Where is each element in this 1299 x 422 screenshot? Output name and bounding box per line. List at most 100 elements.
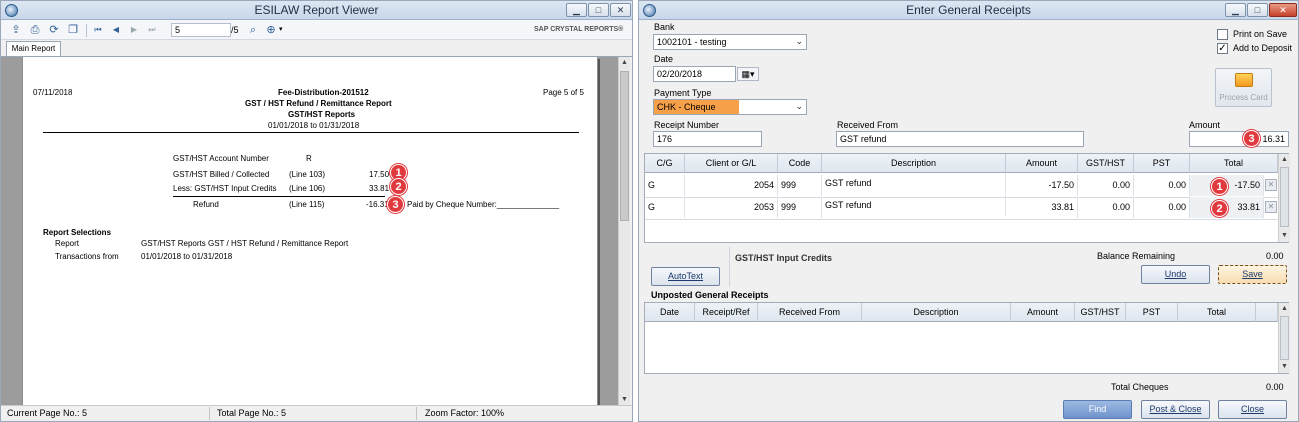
chevron-down-icon: ⌄ [795,36,803,46]
line-amount: 17.50 [369,170,390,179]
account-value: R [306,154,312,163]
date-label: Date [654,54,674,64]
save-button[interactable]: Save [1218,265,1287,284]
tab-main-report[interactable]: Main Report [6,41,61,56]
callout-badge: 2 [1211,200,1228,217]
balance-remaining-label: Balance Remaining [1097,251,1176,261]
add-to-deposit-label: Add to Deposit [1233,43,1293,53]
col-header[interactable]: Date [645,303,695,322]
page-total: /5 [231,25,239,35]
chevron-down-icon[interactable]: ▾ [279,25,283,33]
paid-by-text: Paid by Cheque Number:______________ [407,200,560,209]
callout-badge: 3 [1243,130,1260,147]
delete-row-icon[interactable]: ✕ [1265,179,1277,191]
process-card-label: Process Card [1219,93,1268,102]
add-to-deposit-checkbox[interactable]: ✓ [1217,43,1228,54]
col-header[interactable]: Code [778,154,822,173]
col-header[interactable]: Client or G/L [685,154,778,173]
received-from-field[interactable]: GST refund [836,131,1084,147]
next-page-icon[interactable]: ▶ [127,23,141,37]
scroll-thumb[interactable] [1280,167,1289,227]
gst-input-credits-label: GST/HST Input Credits [735,253,833,263]
col-header[interactable]: Amount [1006,154,1078,173]
delete-row-icon[interactable]: ✕ [1265,201,1277,213]
chevron-down-icon: ⌄ [795,101,803,111]
col-header[interactable]: Total [1178,303,1256,322]
grid-scrollbar[interactable]: ▲ ▼ [1278,154,1290,242]
card-icon [1235,73,1253,87]
copy-icon[interactable]: ❐ [66,23,80,37]
callout-badge: 1 [1211,178,1228,195]
col-header[interactable]: Amount [1011,303,1075,322]
page-number-input[interactable]: 5 [171,23,231,37]
header-divider [43,132,579,133]
receipt-number-label: Receipt Number [654,120,720,130]
export-icon[interactable]: ⇪ [9,23,23,37]
close-button[interactable]: ✕ [1269,3,1297,17]
received-from-label: Received From [837,120,899,130]
col-header[interactable]: Receipt/Ref [695,303,758,322]
first-page-icon[interactable]: ⏮ [91,23,105,37]
selection-report-value: GST/HST Reports GST / HST Refund / Remit… [141,239,349,248]
calendar-icon[interactable]: ▦▾ [737,67,759,81]
unposted-label: Unposted General Receipts [651,290,769,300]
zoom-icon[interactable]: ⊕ [264,23,278,37]
date-field[interactable]: 02/20/2018 [653,66,736,82]
col-header[interactable]: PST [1126,303,1178,322]
line-number: (Line 115) [289,200,325,209]
payment-type-label: Payment Type [654,88,712,98]
find-button[interactable]: Find [1063,400,1132,419]
print-icon[interactable]: ⎙ [28,23,42,37]
receipts-titlebar: Enter General Receipts ▁ □ ✕ [639,1,1298,20]
amount-field[interactable]: 16.31 [1189,131,1289,147]
post-close-button[interactable]: Post & Close [1141,400,1210,419]
col-header[interactable]: Description [822,154,1006,173]
maximize-button[interactable]: □ [588,3,609,17]
col-header[interactable]: C/G [645,154,685,173]
account-label: GST/HST Account Number [173,154,269,163]
scroll-up-icon[interactable]: ▲ [1279,303,1290,315]
prev-page-icon[interactable]: ◀ [109,23,123,37]
maximize-button[interactable]: □ [1247,3,1268,17]
close-button[interactable]: ✕ [610,3,631,17]
autotext-button[interactable]: AutoText [651,267,720,286]
minimize-button[interactable]: ▁ [566,3,587,17]
report-doc-id: Fee-Distribution-201512 [278,88,369,97]
report-subtitle: GST/HST Reports [288,110,356,119]
selections-heading: Report Selections [43,228,112,237]
bank-select[interactable]: 1002101 - testing ⌄ [653,34,807,50]
col-header[interactable]: GST/HST [1075,303,1126,322]
col-header[interactable]: GST/HST [1078,154,1134,173]
scroll-up-icon[interactable]: ▲ [1279,154,1290,166]
scroll-thumb[interactable] [1280,316,1289,360]
last-page-icon[interactable]: ⏭ [145,23,159,37]
selection-report-label: Report [55,239,80,248]
scroll-thumb[interactable] [620,71,629,221]
scroll-down-icon[interactable]: ▼ [1279,230,1290,242]
zoom-status: Zoom Factor: 100% [425,408,505,418]
receipt-number-field[interactable]: 176 [653,131,762,147]
close-button[interactable]: Close [1218,400,1287,419]
col-header[interactable]: Description [862,303,1011,322]
receipts-title: Enter General Receipts [906,3,1031,17]
line-number: (Line 106) [289,184,326,193]
scroll-up-icon[interactable]: ▲ [619,57,630,69]
balance-remaining-value: 0.00 [1266,251,1284,261]
payment-type-select[interactable]: CHK - Cheque ⌄ [653,99,807,115]
print-on-save-checkbox[interactable] [1217,29,1228,40]
viewer-scrollbar[interactable]: ▲ ▼ [618,57,630,406]
print-on-save-label: Print on Save [1233,29,1288,39]
minimize-button[interactable]: ▁ [1225,3,1246,17]
col-header[interactable]: Total [1190,154,1278,173]
col-header[interactable]: Received From [758,303,862,322]
line-number: (Line 103) [289,170,326,179]
receipts-grid: C/G Client or G/L Code Description Amoun… [644,153,1290,243]
find-icon[interactable]: ⌕ [246,23,260,37]
unposted-scrollbar[interactable]: ▲ ▼ [1278,303,1290,373]
undo-button[interactable]: Undo [1141,265,1210,284]
refresh-icon[interactable]: ⟳ [47,23,61,37]
report-range: 01/01/2018 to 01/31/2018 [268,121,360,130]
process-card-button[interactable]: Process Card [1215,68,1272,107]
col-header[interactable]: PST [1134,154,1190,173]
scroll-down-icon[interactable]: ▼ [1279,361,1290,373]
